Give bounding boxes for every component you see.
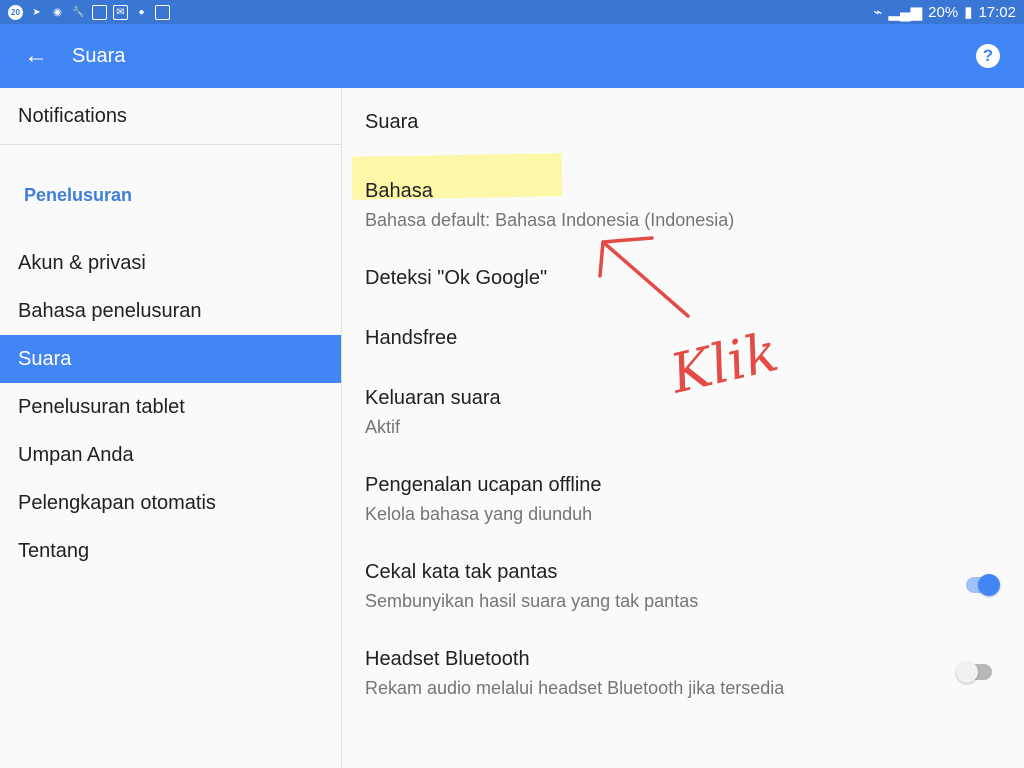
- setting-bluetooth-title: Headset Bluetooth: [365, 648, 530, 670]
- setting-block-offensive-subtitle: Sembunyikan hasil suara yang tak pantas: [365, 591, 699, 611]
- settings-sidebar: Notifications Penelusuran Akun & privasi…: [0, 88, 342, 768]
- sidebar-item-autocomplete[interactable]: Pelengkapan otomatis: [0, 479, 341, 527]
- image-icon: [92, 4, 107, 20]
- sidebar-item-account-privacy[interactable]: Akun & privasi: [0, 239, 341, 287]
- bluetooth-headset-toggle[interactable]: [956, 661, 992, 683]
- klik-label: Klik: [664, 320, 784, 406]
- telegram-icon: ➤: [32, 6, 41, 18]
- help-icon: ?: [982, 46, 994, 65]
- status-right: ⌁ ▂▄▆ 20% ▮ 17:02: [873, 3, 1016, 22]
- setting-offline-speech[interactable]: Pengenalan ucapan offline Kelola bahasa …: [365, 474, 985, 525]
- battery-icon: ▮: [964, 4, 973, 21]
- battery-percent: 20%: [928, 3, 959, 21]
- red-arrow-icon: [598, 236, 690, 318]
- back-button[interactable]: ←: [0, 24, 72, 88]
- sidebar-item-feed[interactable]: Umpan Anda: [0, 431, 341, 479]
- mail-icon: ✉: [113, 4, 128, 20]
- status-bar: 20 ➤ ◉ 🔧 ✉ ● ⌁ ▂▄▆ 20% ▮ 17:02: [0, 0, 1024, 24]
- toggle-knob: [978, 574, 1000, 596]
- status-time: 17:02: [978, 3, 1016, 21]
- help-button[interactable]: ?: [976, 44, 1000, 68]
- signal-icon: ▂▄▆: [888, 4, 923, 21]
- sidebar-item-search-language[interactable]: Bahasa penelusuran: [0, 287, 341, 335]
- back-arrow-icon: ←: [24, 42, 48, 69]
- lock-icon: ●: [138, 6, 145, 18]
- sidebar-item-tablet-search[interactable]: Penelusuran tablet: [0, 383, 341, 431]
- setting-language-title: Bahasa: [365, 180, 433, 202]
- sidebar-item-about[interactable]: Tentang: [0, 527, 341, 575]
- app-bar: ← Suara ?: [0, 24, 1024, 88]
- setting-offline-speech-subtitle: Kelola bahasa yang diunduh: [365, 504, 593, 524]
- setting-offline-speech-title: Pengenalan ucapan offline: [365, 474, 602, 496]
- handwritten-click-annotation: Klik: [598, 236, 784, 406]
- wifi-icon: ⌁: [873, 4, 883, 21]
- setting-bluetooth-subtitle: Rekam audio melalui headset Bluetooth ji…: [365, 678, 785, 698]
- settings-title: Suara: [365, 111, 419, 133]
- sidebar-item-voice[interactable]: Suara: [0, 335, 341, 383]
- block-offensive-words-toggle[interactable]: [966, 574, 1000, 596]
- wrench-icon: 🔧: [72, 6, 85, 18]
- status-notification-icons: 20 ➤ ◉ 🔧 ✉ ●: [8, 4, 170, 20]
- setting-block-offensive-words[interactable]: Cekal kata tak pantas Sembunyikan hasil …: [365, 561, 985, 612]
- setting-language[interactable]: Bahasa Bahasa default: Bahasa Indonesia …: [365, 180, 985, 231]
- voice-settings-panel: Suara Bahasa Bahasa default: Bahasa Indo…: [342, 88, 1024, 768]
- sidebar-section-penelusuran: Penelusuran: [24, 185, 133, 205]
- toggle-knob: [956, 661, 978, 683]
- sidebar-item-notifications[interactable]: Notifications: [0, 88, 341, 145]
- page-title: Suara: [72, 44, 126, 67]
- whatsapp-icon: ◉: [53, 6, 62, 18]
- twenty-badge-icon: 20: [8, 4, 23, 20]
- image-icon-second: [155, 4, 170, 20]
- setting-bluetooth-headset[interactable]: Headset Bluetooth Rekam audio melalui he…: [365, 648, 985, 699]
- setting-block-offensive-title: Cekal kata tak pantas: [365, 561, 558, 583]
- setting-voice-output-subtitle: Aktif: [365, 417, 401, 437]
